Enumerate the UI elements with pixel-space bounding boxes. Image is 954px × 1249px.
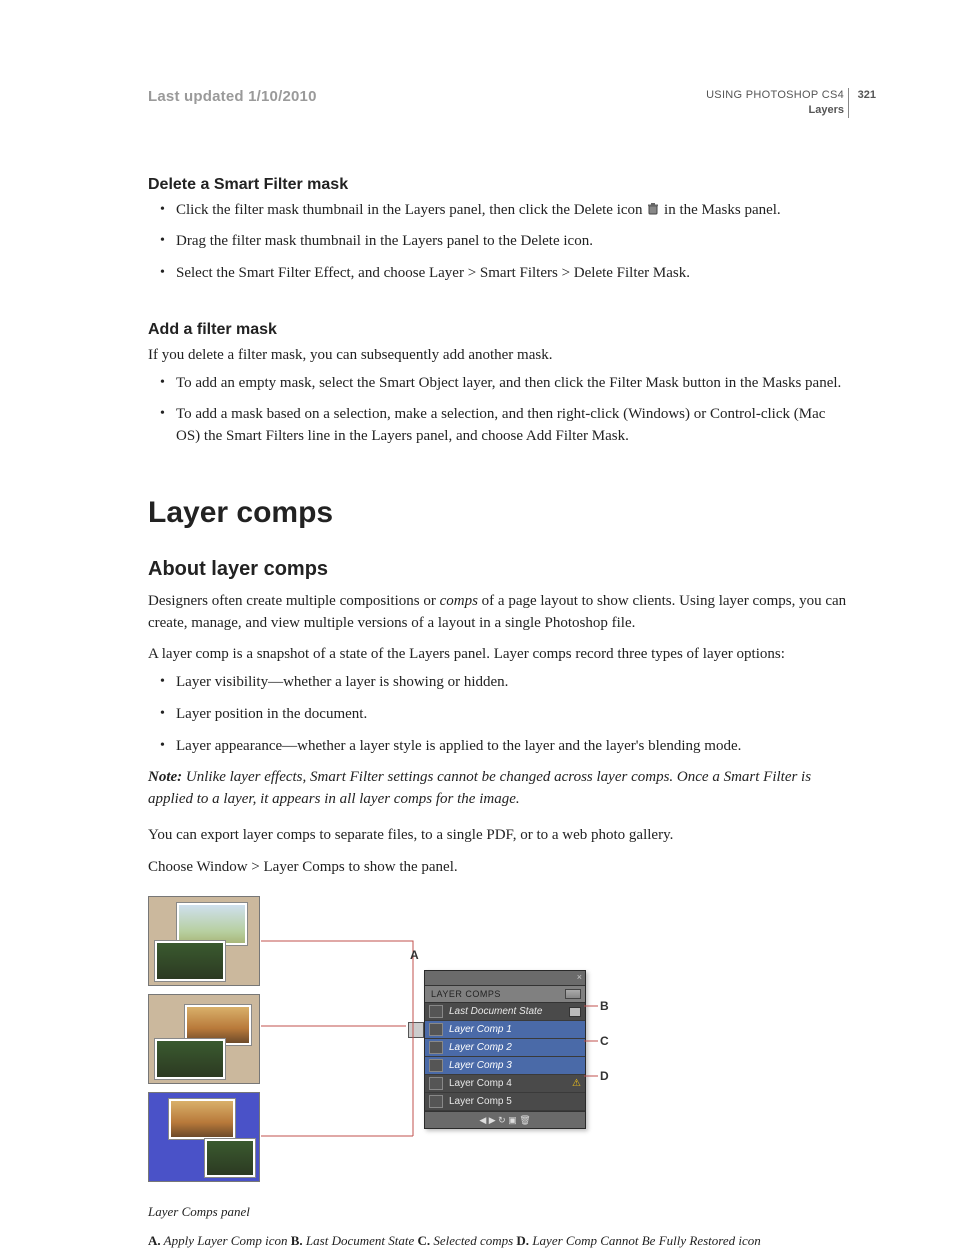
row-label: Layer Comp 2 bbox=[449, 1042, 512, 1053]
key-D-text: Layer Comp Cannot Be Fully Restored icon bbox=[529, 1233, 761, 1248]
text: in the Masks panel. bbox=[664, 202, 781, 218]
panel-row-selected: Layer Comp 1 bbox=[425, 1021, 585, 1039]
text: Designers often create multiple composit… bbox=[148, 593, 440, 609]
photo-placeholder bbox=[169, 1099, 235, 1139]
note: Note: Unlike layer effects, Smart Filter… bbox=[148, 767, 849, 811]
text: To add a mask based on a selection, make… bbox=[176, 406, 825, 444]
list-item: Layer visibility—whether a layer is show… bbox=[148, 672, 849, 694]
panel-menu-icon bbox=[565, 989, 581, 999]
apply-slot bbox=[429, 1095, 443, 1108]
emphasis: comps bbox=[440, 593, 478, 609]
new-comp-icon bbox=[569, 1007, 581, 1017]
page-number: 321 bbox=[858, 88, 876, 103]
apply-slot bbox=[429, 1023, 443, 1036]
key-C: C. bbox=[418, 1233, 431, 1248]
text: Drag the filter mask thumbnail in the La… bbox=[176, 233, 593, 249]
callout-D: D bbox=[600, 1069, 609, 1083]
topic-heading: About layer comps bbox=[148, 558, 849, 581]
text: Layer visibility—whether a layer is show… bbox=[176, 674, 508, 690]
topic-para-export: You can export layer comps to separate f… bbox=[148, 825, 849, 847]
row-label: Layer Comp 3 bbox=[449, 1060, 512, 1071]
list-item: To add an empty mask, select the Smart O… bbox=[148, 373, 849, 395]
section-heading-add: Add a filter mask bbox=[148, 321, 849, 339]
apply-slot bbox=[429, 1077, 443, 1090]
panel-footer: ◀ ▶ ↻ ▣ 🗑 bbox=[425, 1111, 585, 1128]
figure-thumbnails bbox=[148, 896, 260, 1182]
photo-placeholder bbox=[177, 903, 247, 945]
key-C-text: Selected comps bbox=[430, 1233, 516, 1248]
last-updated: Last updated 1/10/2010 bbox=[148, 88, 317, 105]
list-item: Select the Smart Filter Effect, and choo… bbox=[148, 263, 849, 285]
text: A layer comp is a snapshot of a state of… bbox=[148, 646, 785, 662]
footer-icons: ◀ ▶ ↻ ▣ 🗑 bbox=[479, 1115, 530, 1126]
header-right: USING PHOTOSHOP CS4 Layers 321 bbox=[706, 88, 849, 118]
topic-para-show: Choose Window > Layer Comps to show the … bbox=[148, 857, 849, 879]
close-icon: × bbox=[577, 972, 582, 982]
thumbnail bbox=[148, 896, 260, 986]
layer-comps-figure: × LAYER COMPS Last Document State Layer … bbox=[148, 896, 618, 1196]
list-item: Layer appearance—whether a layer style i… bbox=[148, 736, 849, 758]
warning-icon: ⚠ bbox=[572, 1078, 581, 1089]
panel-titlebar: × bbox=[425, 971, 585, 986]
apply-slot bbox=[429, 1041, 443, 1054]
photo-placeholder bbox=[155, 1039, 225, 1079]
note-label: Note: bbox=[148, 769, 182, 785]
callout-A: A bbox=[410, 948, 419, 962]
text: Click the filter mask thumbnail in the L… bbox=[176, 202, 646, 218]
document-page: Last updated 1/10/2010 USING PHOTOSHOP C… bbox=[0, 0, 954, 1235]
text: Layer appearance—whether a layer style i… bbox=[176, 738, 741, 754]
key-B-text: Last Document State bbox=[303, 1233, 418, 1248]
trash-icon bbox=[646, 202, 660, 216]
doc-title: USING PHOTOSHOP CS4 bbox=[706, 88, 844, 103]
key-D: D. bbox=[516, 1233, 529, 1248]
topic-bullets: Layer visibility—whether a layer is show… bbox=[148, 672, 849, 757]
add-bullets: To add an empty mask, select the Smart O… bbox=[148, 373, 849, 448]
layer-comps-panel: × LAYER COMPS Last Document State Layer … bbox=[424, 970, 586, 1129]
topic-para: A layer comp is a snapshot of a state of… bbox=[148, 644, 849, 666]
chapter-title: Layer comps bbox=[148, 496, 849, 530]
figure-key: A. Apply Layer Comp icon B. Last Documen… bbox=[148, 1233, 849, 1249]
add-intro: If you delete a filter mask, you can sub… bbox=[148, 345, 849, 367]
panel-row-selected: Layer Comp 3 bbox=[425, 1057, 585, 1075]
apply-slot bbox=[429, 1005, 443, 1018]
row-label: Last Document State bbox=[449, 1006, 542, 1017]
key-A: A. bbox=[148, 1233, 161, 1248]
panel-row-last-state: Last Document State bbox=[425, 1003, 585, 1021]
list-item: To add a mask based on a selection, make… bbox=[148, 404, 849, 448]
section-heading-delete: Delete a Smart Filter mask bbox=[148, 176, 849, 194]
panel-title: LAYER COMPS bbox=[431, 989, 501, 999]
figure-caption: Layer Comps panel bbox=[148, 1204, 849, 1220]
thumbnail bbox=[148, 1092, 260, 1182]
page-header: Last updated 1/10/2010 USING PHOTOSHOP C… bbox=[148, 88, 849, 118]
chapter-name: Layers bbox=[706, 103, 844, 118]
topic-para: Designers often create multiple composit… bbox=[148, 591, 849, 635]
panel-row-warning: Layer Comp 4 ⚠ bbox=[425, 1075, 585, 1093]
callout-B: B bbox=[600, 999, 609, 1013]
panel-row-selected: Layer Comp 2 bbox=[425, 1039, 585, 1057]
list-item: Click the filter mask thumbnail in the L… bbox=[148, 200, 849, 222]
callout-C: C bbox=[600, 1034, 609, 1048]
photo-placeholder bbox=[155, 941, 225, 981]
note-text: Unlike layer effects, Smart Filter setti… bbox=[148, 769, 811, 807]
panel-row: Layer Comp 5 bbox=[425, 1093, 585, 1111]
apply-slot bbox=[429, 1059, 443, 1072]
text: Layer position in the document. bbox=[176, 706, 367, 722]
thumbnail bbox=[148, 994, 260, 1084]
row-label: Layer Comp 4 bbox=[449, 1078, 512, 1089]
key-B: B. bbox=[291, 1233, 303, 1248]
apply-layer-comp-icon bbox=[408, 1022, 424, 1038]
photo-placeholder bbox=[205, 1139, 255, 1177]
text: Select the Smart Filter Effect, and choo… bbox=[176, 265, 690, 281]
row-label: Layer Comp 1 bbox=[449, 1024, 512, 1035]
list-item: Drag the filter mask thumbnail in the La… bbox=[148, 231, 849, 253]
row-label: Layer Comp 5 bbox=[449, 1096, 512, 1107]
panel-tab: LAYER COMPS bbox=[425, 986, 585, 1003]
text: To add an empty mask, select the Smart O… bbox=[176, 375, 841, 391]
list-item: Layer position in the document. bbox=[148, 704, 849, 726]
delete-bullets: Click the filter mask thumbnail in the L… bbox=[148, 200, 849, 285]
key-A-text: Apply Layer Comp icon bbox=[161, 1233, 291, 1248]
